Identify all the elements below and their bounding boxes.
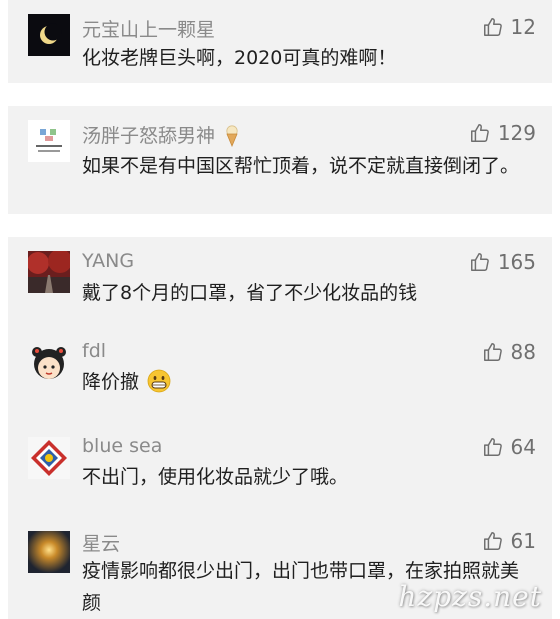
comment-card-3: YANG 165 戴了8个月的口罩，省了不少化妆品的钱 fdl 88 降价撤 b… xyxy=(8,237,552,619)
comment-text: 如果不是有中国区帮忙顶着，说不定就直接倒闭了。 xyxy=(82,155,520,177)
like-count: 165 xyxy=(497,250,536,274)
comment-card-1: 元宝山上一颗星 12 化妆老牌巨头啊，2020可真的难啊！ xyxy=(8,0,552,83)
avatar[interactable] xyxy=(28,342,70,384)
comment-username[interactable]: 星云 xyxy=(82,529,120,556)
comment-username[interactable]: 元宝山上一颗星 xyxy=(82,15,215,42)
comment-text: 不出门，使用化妆品就少了哦。 xyxy=(82,466,349,488)
watermark: hzpzs.net xyxy=(398,580,542,613)
like-button[interactable]: 12 xyxy=(482,15,536,39)
comment-username[interactable]: blue sea xyxy=(82,435,162,457)
avatar[interactable] xyxy=(28,251,70,293)
comment-text: 降价撤 xyxy=(82,366,526,403)
comment-username[interactable]: 汤胖子怒舔男神 xyxy=(82,121,241,152)
comment-text: 戴了8个月的口罩，省了不少化妆品的钱 xyxy=(82,282,418,304)
nebula-avatar-image xyxy=(28,531,70,573)
like-count: 88 xyxy=(510,340,536,364)
comment-username[interactable]: fdl xyxy=(82,340,106,362)
avatar[interactable] xyxy=(28,531,70,573)
thumbs-up-icon xyxy=(482,16,504,38)
like-count: 64 xyxy=(510,435,536,459)
like-button[interactable]: 61 xyxy=(482,529,536,553)
thumbs-up-icon xyxy=(469,122,491,144)
like-count: 12 xyxy=(510,15,536,39)
comment-item: blue sea 64 不出门，使用化妆品就少了哦。 xyxy=(8,425,552,517)
autumn-road-avatar-image xyxy=(28,251,70,293)
comment-card-2: 汤胖子怒舔男神 129 如果不是有中国区帮忙顶着，说不定就直接倒闭了。 xyxy=(8,106,552,214)
grinning-face-icon xyxy=(147,369,171,403)
cartoon-girl-avatar-image xyxy=(28,342,70,384)
moon-night-avatar-image xyxy=(28,14,70,56)
ice-cream-icon xyxy=(223,125,241,152)
comment-text: 化妆老牌巨头啊，2020可真的难啊！ xyxy=(82,47,397,69)
thumbs-up-icon xyxy=(482,341,504,363)
username-text: 汤胖子怒舔男神 xyxy=(82,125,216,147)
comment-item: fdl 88 降价撤 xyxy=(8,332,552,424)
comment-username[interactable]: YANG xyxy=(82,250,134,272)
comment-text-content: 降价撤 xyxy=(82,371,140,393)
like-count: 129 xyxy=(497,121,536,145)
thumbs-up-icon xyxy=(482,530,504,552)
thumbs-up-icon xyxy=(469,251,491,273)
comment-item: 汤胖子怒舔男神 129 如果不是有中国区帮忙顶着，说不定就直接倒闭了。 xyxy=(8,106,552,214)
like-button[interactable]: 64 xyxy=(482,435,536,459)
like-button[interactable]: 88 xyxy=(482,340,536,364)
like-button[interactable]: 165 xyxy=(469,250,536,274)
avatar[interactable] xyxy=(28,120,70,162)
logo-avatar-image xyxy=(28,120,70,162)
like-count: 61 xyxy=(510,529,536,553)
pattern-avatar-image xyxy=(28,437,70,479)
like-button[interactable]: 129 xyxy=(469,121,536,145)
thumbs-up-icon xyxy=(482,436,504,458)
avatar[interactable] xyxy=(28,437,70,479)
avatar[interactable] xyxy=(28,14,70,56)
comment-item: YANG 165 戴了8个月的口罩，省了不少化妆品的钱 xyxy=(8,237,552,329)
comment-item: 元宝山上一颗星 12 化妆老牌巨头啊，2020可真的难啊！ xyxy=(8,0,552,83)
